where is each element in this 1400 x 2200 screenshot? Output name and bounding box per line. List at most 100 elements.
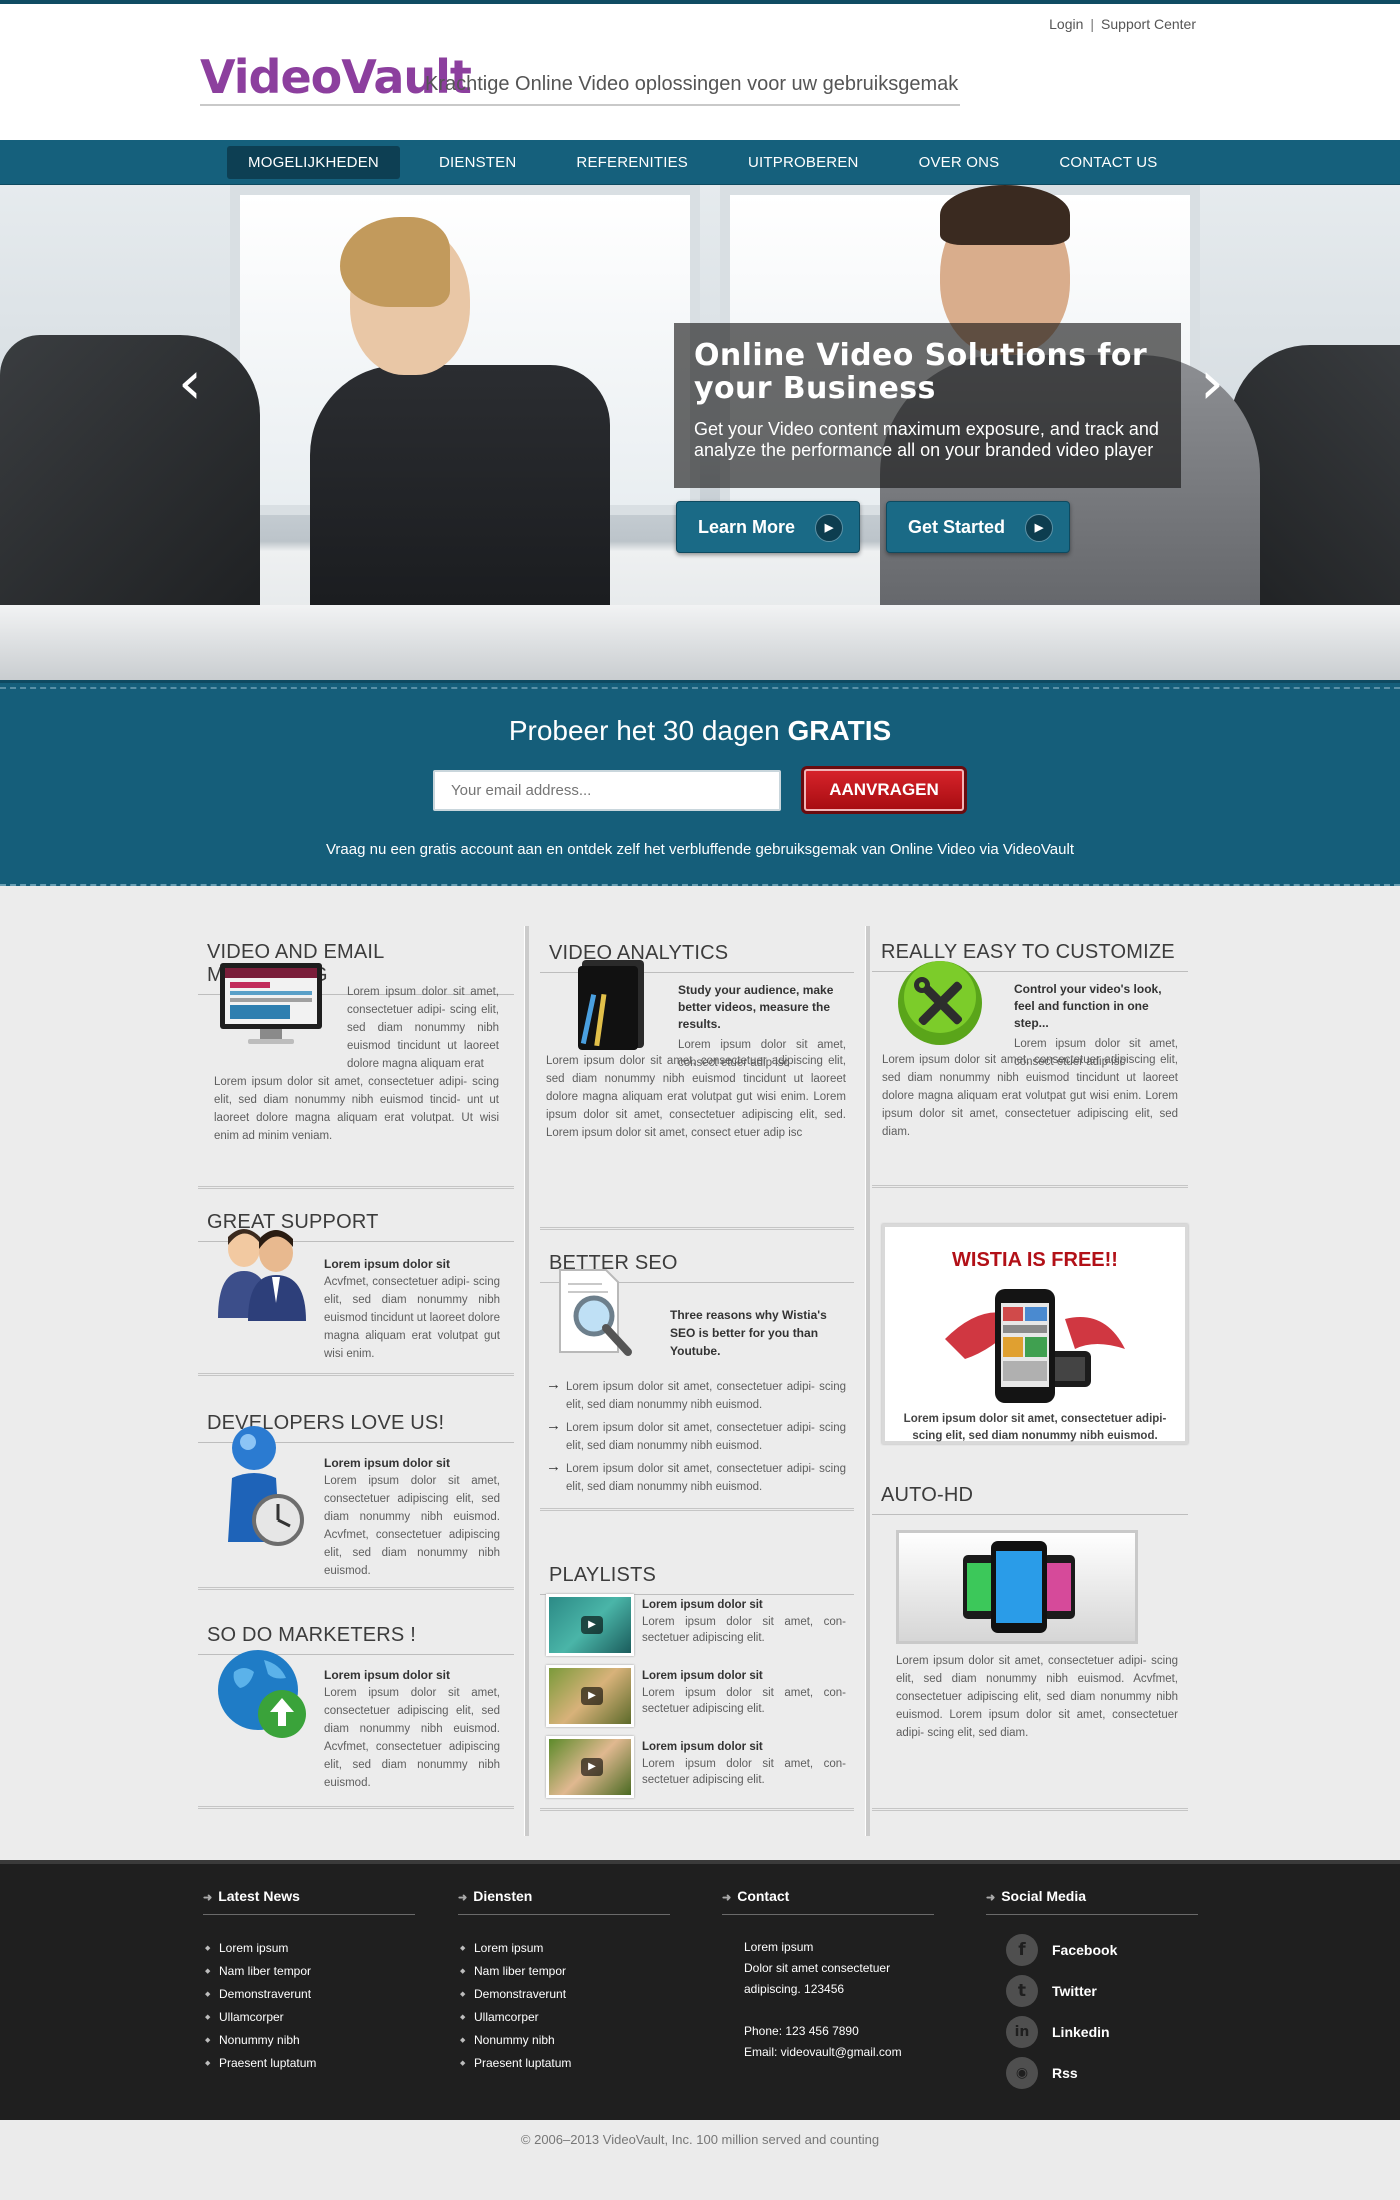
site-tagline: Krachtige Online Video oplossingen voor … [425,73,959,95]
section-text: Acvfmet, consectetuer adipi- scing elit,… [324,1276,500,1360]
arrow-right-icon: → [546,1417,561,1434]
social-link-facebook[interactable]: f Facebook [1006,1929,1198,1970]
footer-link[interactable]: Ullamcorper [458,2006,670,2029]
footer-link[interactable]: Nam liber tempor [458,1960,670,1983]
play-icon: ▶ [815,514,843,542]
auto-hd-image [896,1530,1138,1644]
email-field[interactable] [433,770,781,811]
section-divider [872,1185,1188,1188]
support-center-link[interactable]: Support Center [1101,16,1196,32]
brand-bar: VideoVault Krachtige Online Video oploss… [200,50,960,106]
footer-contact: ➜ Contact Lorem ipsum Dolor sit amet cons… [722,1888,934,2063]
rss-icon[interactable]: ◉ [1006,2056,1038,2089]
learn-more-button[interactable]: Learn More ▶ [676,501,860,553]
better-seo-section: BETTER SEO Three reasons why Wistia's SE… [540,1252,854,1511]
social-link-linkedin[interactable]: in Linkedin [1006,2011,1198,2052]
marketers-section: SO DO MARKETERS ! Lorem ipsum dolor sit … [198,1624,514,1809]
footer-link[interactable]: Lorem ipsum [458,1937,670,1960]
section-divider [540,1808,854,1811]
footer-heading-label: Social Media [1001,1888,1087,1904]
login-link[interactable]: Login [1049,16,1083,32]
section-title: AUTO-HD [872,1484,1188,1515]
section-divider [198,1186,514,1189]
footer-link[interactable]: Nam liber tempor [203,1960,415,1983]
footer-heading: ➜ Latest News [203,1888,415,1915]
arrow-right-icon: ➜ [203,1892,213,1904]
phones-promo-image [945,1289,1125,1403]
chevron-left-icon[interactable]: ‹ [170,353,210,413]
get-started-button[interactable]: Get Started ▶ [886,501,1070,553]
section-title: PLAYLISTS [540,1564,854,1595]
playlist-text: Lorem ipsum dolor sit amet, con- sectetu… [642,1758,846,1786]
contact-details: Lorem ipsum Dolor sit amet consectetuer … [722,1937,934,2063]
social-links: f Facebook t Twitter in Linkedin ◉ Rss [986,1929,1198,2093]
footer-link[interactable]: Praesent luptatum [458,2052,670,2075]
social-label: Twitter [1052,1982,1097,1999]
playlist-item[interactable]: ▶ Lorem ipsum dolor sit Lorem ipsum dolo… [546,1736,846,1802]
nav-item-diensten[interactable]: DIENSTEN [418,146,537,179]
playlist-item[interactable]: ▶ Lorem ipsum dolor sit Lorem ipsum dolo… [546,1594,846,1660]
linkedin-icon[interactable]: in [1006,2015,1038,2048]
nav-item-contact-us[interactable]: CONTACT US [1038,146,1178,179]
folder-analytics-icon [578,960,644,1050]
copyright: © 2006–2013 VideoVault, Inc. 100 million… [0,2120,1400,2200]
list-item: → Lorem ipsum dolor sit amet, consectetu… [546,1417,846,1460]
column-divider [865,926,870,1836]
list-item: → Lorem ipsum dolor sit amet, consectetu… [546,1376,846,1419]
section-bold: Lorem ipsum dolor sit [324,1668,451,1682]
nav-item-uitproberen[interactable]: UITPROBEREN [727,146,880,179]
arrow-right-icon: ➜ [722,1892,732,1904]
footer-heading-label: Diensten [473,1888,533,1904]
nav-item-over-ons[interactable]: OVER ONS [898,146,1021,179]
footer-link[interactable]: Nonummy nibh [458,2029,670,2052]
chevron-right-icon[interactable]: › [1192,353,1232,413]
seo-bullet-list: → Lorem ipsum dolor sit amet, consectetu… [546,1376,846,1501]
facebook-icon[interactable]: f [1006,1933,1038,1966]
hero-photo-woman [310,217,610,645]
footer-link[interactable]: Demonstraverunt [203,1983,415,2006]
social-label: Facebook [1052,1941,1118,1958]
phones-image [963,1541,1075,1633]
arrow-right-icon: → [546,1458,561,1475]
arrow-right-icon: → [546,1376,561,1393]
footer-link[interactable]: Ullamcorper [203,2006,415,2029]
social-link-rss[interactable]: ◉ Rss [1006,2052,1198,2093]
twitter-icon[interactable]: t [1006,1974,1038,2007]
nav-item-referenities[interactable]: REFERENITIES [555,146,709,179]
column-divider [524,926,529,1836]
video-thumbnail[interactable]: ▶ [546,1736,634,1798]
contact-line: adipiscing. 123456 [744,1982,845,1996]
features-content: VIDEO AND EMAIL MARKETING Lorem ipsum do… [0,886,1400,1860]
trial-signup-banner: Probeer het 30 dagen GRATIS AANVRAGEN Vr… [0,680,1400,886]
video-thumbnail[interactable]: ▶ [546,1665,634,1727]
social-label: Rss [1052,2064,1078,2081]
video-thumbnail[interactable]: ▶ [546,1594,634,1656]
hero-slider: ‹ › Online Video Solutions for your Busi… [0,185,1400,680]
top-links-separator: | [1090,16,1095,32]
customize-section: REALLY EASY TO CUSTOMIZE Control your vi… [872,941,1188,1188]
section-bold: Lorem ipsum dolor sit [324,1257,451,1271]
site-footer: ➜ Latest News Lorem ipsum Nam liber tempo… [0,1860,1400,2120]
footer-news-list: Lorem ipsum Nam liber tempor Demonstrave… [203,1937,415,2075]
footer-link[interactable]: Demonstraverunt [458,1983,670,2006]
footer-heading: ➜ Diensten [458,1888,670,1915]
footer-link[interactable]: Praesent luptatum [203,2052,415,2075]
globe-upload-icon [218,1650,306,1738]
social-link-twitter[interactable]: t Twitter [1006,1970,1198,2011]
aanvragen-button[interactable]: AANVRAGEN [804,769,964,811]
bullet-text: Lorem ipsum dolor sit amet, consectetuer… [566,1381,846,1411]
footer-heading: ➜ Social Media [986,1888,1198,1915]
section-text: Lorem ipsum dolor sit amet, consectetuer… [347,986,499,1070]
footer-link[interactable]: Lorem ipsum [203,1937,415,1960]
contact-email[interactable]: Email: videovault@gmail.com [744,2042,934,2063]
user-clock-icon [228,1426,304,1546]
arrow-right-icon: ➜ [458,1892,468,1904]
contact-phone: Phone: 123 456 7890 [744,2024,859,2038]
wistia-promo-card[interactable]: WISTIA IS FREE!! Lorem ipsum dolor sit a… [882,1224,1188,1444]
footer-link[interactable]: Nonummy nibh [203,2029,415,2052]
play-icon: ▶ [581,1616,603,1634]
section-divider [540,1227,854,1230]
play-icon: ▶ [581,1758,603,1776]
nav-item-mogelijkheden[interactable]: MOGELIJKHEDEN [227,146,400,179]
playlist-item[interactable]: ▶ Lorem ipsum dolor sit Lorem ipsum dolo… [546,1665,846,1731]
